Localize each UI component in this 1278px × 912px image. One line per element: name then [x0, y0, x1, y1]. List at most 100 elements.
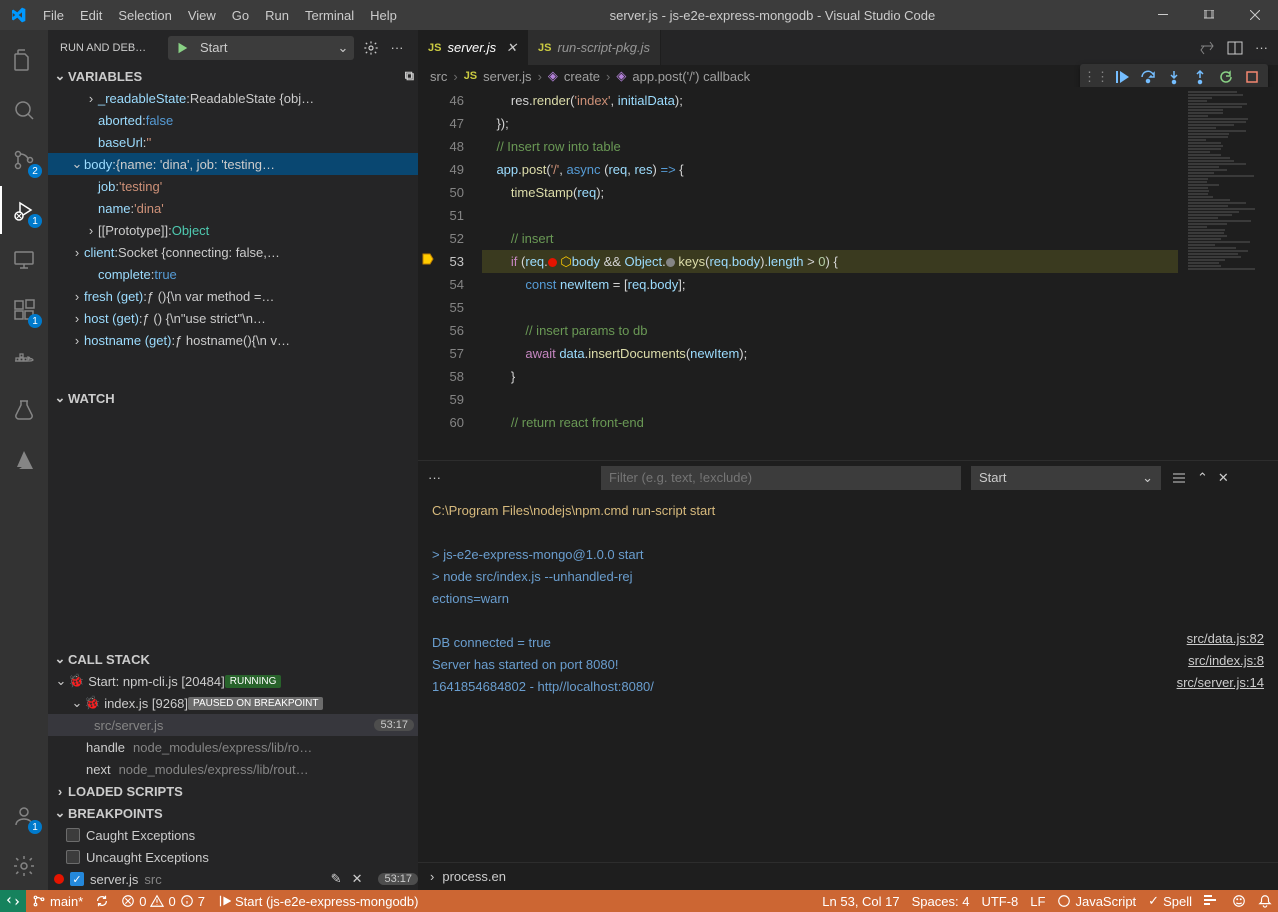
remote-indicator[interactable] — [0, 890, 26, 912]
variable-row[interactable]: ›client: Socket {connecting: false,… — [48, 241, 418, 263]
minimize-button[interactable] — [1140, 0, 1186, 30]
spell-check-status[interactable]: ✓Spell — [1142, 890, 1198, 912]
menu-terminal[interactable]: Terminal — [297, 0, 362, 30]
code-editor[interactable]: 464748495051525354555657585960 res.rende… — [418, 87, 1278, 460]
menu-help[interactable]: Help — [362, 0, 405, 30]
filter-input[interactable] — [601, 466, 961, 490]
code-content[interactable]: res.render('index', initialData); }); //… — [482, 87, 1178, 460]
watch-section-header[interactable]: ⌄ WATCH — [48, 387, 418, 409]
variable-row[interactable]: ›[[Prototype]]: Object — [48, 219, 418, 241]
launch-config-select[interactable]: Start ⌄ — [168, 36, 354, 60]
variable-row[interactable]: name: 'dina' — [48, 197, 418, 219]
feedback-icon[interactable] — [1226, 890, 1252, 912]
bc-folder[interactable]: src — [430, 69, 447, 84]
compare-icon[interactable] — [1199, 40, 1215, 56]
callstack-row[interactable]: handlenode_modules/express/lib/ro… — [48, 736, 418, 758]
loaded-scripts-header[interactable]: › LOADED SCRIPTS — [48, 780, 418, 802]
collapse-icon[interactable]: ⧉ — [405, 68, 414, 84]
task-select[interactable]: Start ⌄ — [971, 466, 1161, 490]
chevron-down-icon[interactable]: ⌄ — [332, 40, 354, 56]
step-into-icon[interactable] — [1162, 65, 1186, 89]
explorer-icon[interactable] — [0, 36, 48, 84]
remote-explorer-icon[interactable] — [0, 236, 48, 284]
tab-run-script[interactable]: JS run-script-pkg.js — [528, 30, 661, 65]
prettier-status[interactable] — [1198, 890, 1226, 912]
checkbox-icon[interactable] — [66, 828, 80, 842]
variables-section-header[interactable]: ⌄ VARIABLES ⧉ — [48, 65, 418, 87]
callstack-row[interactable]: ⌄🐞index.js [9268]PAUSED ON BREAKPOINT — [48, 692, 418, 714]
clear-icon[interactable] — [1171, 470, 1187, 486]
bp-caught-exceptions[interactable]: Caught Exceptions — [48, 824, 418, 846]
restart-icon[interactable] — [1214, 65, 1238, 89]
debug-status[interactable]: Start (js-e2e-express-mongodb) — [211, 890, 425, 912]
split-editor-icon[interactable] — [1227, 40, 1243, 56]
indent-status[interactable]: Spaces: 4 — [906, 890, 976, 912]
close-icon[interactable]: ✕ — [1218, 470, 1229, 486]
azure-icon[interactable] — [0, 436, 48, 484]
menu-go[interactable]: Go — [224, 0, 257, 30]
variable-row[interactable]: aborted: false — [48, 109, 418, 131]
line-gutter[interactable]: 464748495051525354555657585960 — [418, 87, 482, 460]
scm-icon[interactable]: 2 — [0, 136, 48, 184]
accounts-icon[interactable]: 1 — [0, 792, 48, 840]
cursor-position[interactable]: Ln 53, Col 17 — [816, 890, 905, 912]
bp-file-row[interactable]: ✓ server.js src ✎ ✕ 53:17 — [48, 868, 418, 890]
step-out-icon[interactable] — [1188, 65, 1212, 89]
callstack-row[interactable]: nextnode_modules/express/lib/rout… — [48, 758, 418, 780]
language-status[interactable]: JavaScript — [1051, 890, 1142, 912]
more-icon[interactable]: ··· — [388, 40, 406, 55]
checkbox-icon[interactable] — [66, 850, 80, 864]
chevron-up-icon[interactable]: ⌃ — [1197, 470, 1208, 486]
menu-file[interactable]: File — [35, 0, 72, 30]
menu-selection[interactable]: Selection — [110, 0, 179, 30]
git-branch[interactable]: main* — [26, 890, 89, 912]
extensions-icon[interactable]: 1 — [0, 286, 48, 334]
close-button[interactable] — [1232, 0, 1278, 30]
variable-row[interactable]: baseUrl: '' — [48, 131, 418, 153]
variable-row[interactable]: ⌄body: {name: 'dina', job: 'testing… — [48, 153, 418, 175]
gear-icon[interactable] — [362, 40, 380, 56]
close-icon[interactable]: ✕ — [352, 871, 363, 887]
maximize-button[interactable] — [1186, 0, 1232, 30]
bc-file[interactable]: server.js — [483, 69, 531, 84]
bc-symbol[interactable]: app.post('/') callback — [632, 69, 750, 84]
menu-view[interactable]: View — [180, 0, 224, 30]
debug-output[interactable]: C:\Program Files\nodejs\npm.cmd run-scri… — [432, 500, 1177, 856]
callstack-row[interactable]: src/server.js53:17 — [48, 714, 418, 736]
source-link[interactable]: src/server.js:14 — [1177, 672, 1264, 694]
bell-icon[interactable] — [1252, 890, 1278, 912]
variable-row[interactable]: job: 'testing' — [48, 175, 418, 197]
settings-gear-icon[interactable] — [0, 842, 48, 890]
variable-row[interactable]: ›host (get): ƒ () {\n"use strict"\n… — [48, 307, 418, 329]
debug-icon[interactable]: 1 — [0, 186, 48, 234]
drag-handle-icon[interactable]: ⋮⋮ — [1084, 65, 1108, 89]
variable-row[interactable]: complete: true — [48, 263, 418, 285]
step-over-icon[interactable] — [1136, 65, 1160, 89]
more-icon[interactable]: ··· — [428, 470, 441, 485]
close-icon[interactable]: ✕ — [506, 40, 517, 56]
source-link[interactable]: src/index.js:8 — [1177, 650, 1264, 672]
more-icon[interactable]: ··· — [1255, 40, 1268, 55]
source-link[interactable]: src/data.js:82 — [1177, 628, 1264, 650]
encoding-status[interactable]: UTF-8 — [975, 890, 1024, 912]
bc-symbol[interactable]: create — [564, 69, 600, 84]
callstack-row[interactable]: ⌄🐞Start: npm-cli.js [20484]RUNNING — [48, 670, 418, 692]
stop-icon[interactable] — [1240, 65, 1264, 89]
menu-edit[interactable]: Edit — [72, 0, 110, 30]
breadcrumb[interactable]: src › JS server.js › ◈ create › ◈ app.po… — [418, 65, 1278, 87]
tab-server-js[interactable]: JS server.js ✕ — [418, 30, 528, 65]
bp-uncaught-exceptions[interactable]: Uncaught Exceptions — [48, 846, 418, 868]
problems-indicator[interactable]: 0 0 7 — [115, 890, 211, 912]
variable-row[interactable]: ›fresh (get): ƒ (){\n var method =… — [48, 285, 418, 307]
debug-repl-input[interactable]: › process.en — [418, 862, 1278, 890]
eol-status[interactable]: LF — [1024, 890, 1051, 912]
checkbox-icon[interactable]: ✓ — [70, 872, 84, 886]
testing-icon[interactable] — [0, 386, 48, 434]
variable-row[interactable]: ›_readableState: ReadableState {obj… — [48, 87, 418, 109]
edit-icon[interactable]: ✎ — [331, 871, 342, 887]
docker-icon[interactable] — [0, 336, 48, 384]
variable-row[interactable]: ›hostname (get): ƒ hostname(){\n v… — [48, 329, 418, 351]
search-icon[interactable] — [0, 86, 48, 134]
callstack-section-header[interactable]: ⌄ CALL STACK — [48, 648, 418, 670]
continue-icon[interactable] — [1110, 65, 1134, 89]
